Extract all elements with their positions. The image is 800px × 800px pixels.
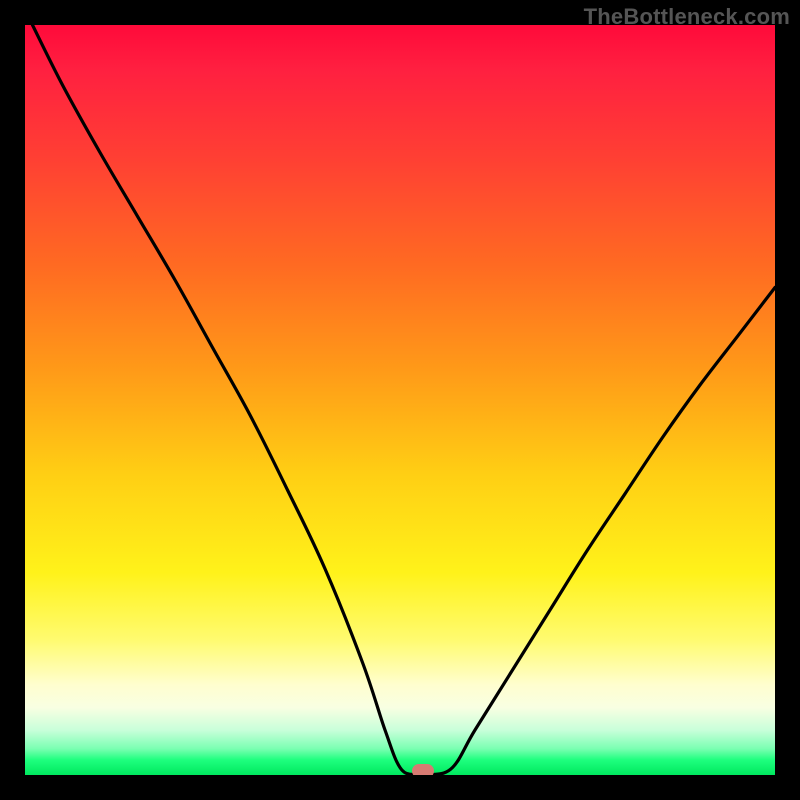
curve-path [33,25,776,775]
chart-frame: TheBottleneck.com [0,0,800,800]
plot-area [25,25,775,775]
bottleneck-curve [25,25,775,775]
optimal-point-marker [412,764,434,775]
watermark-text: TheBottleneck.com [584,4,790,30]
